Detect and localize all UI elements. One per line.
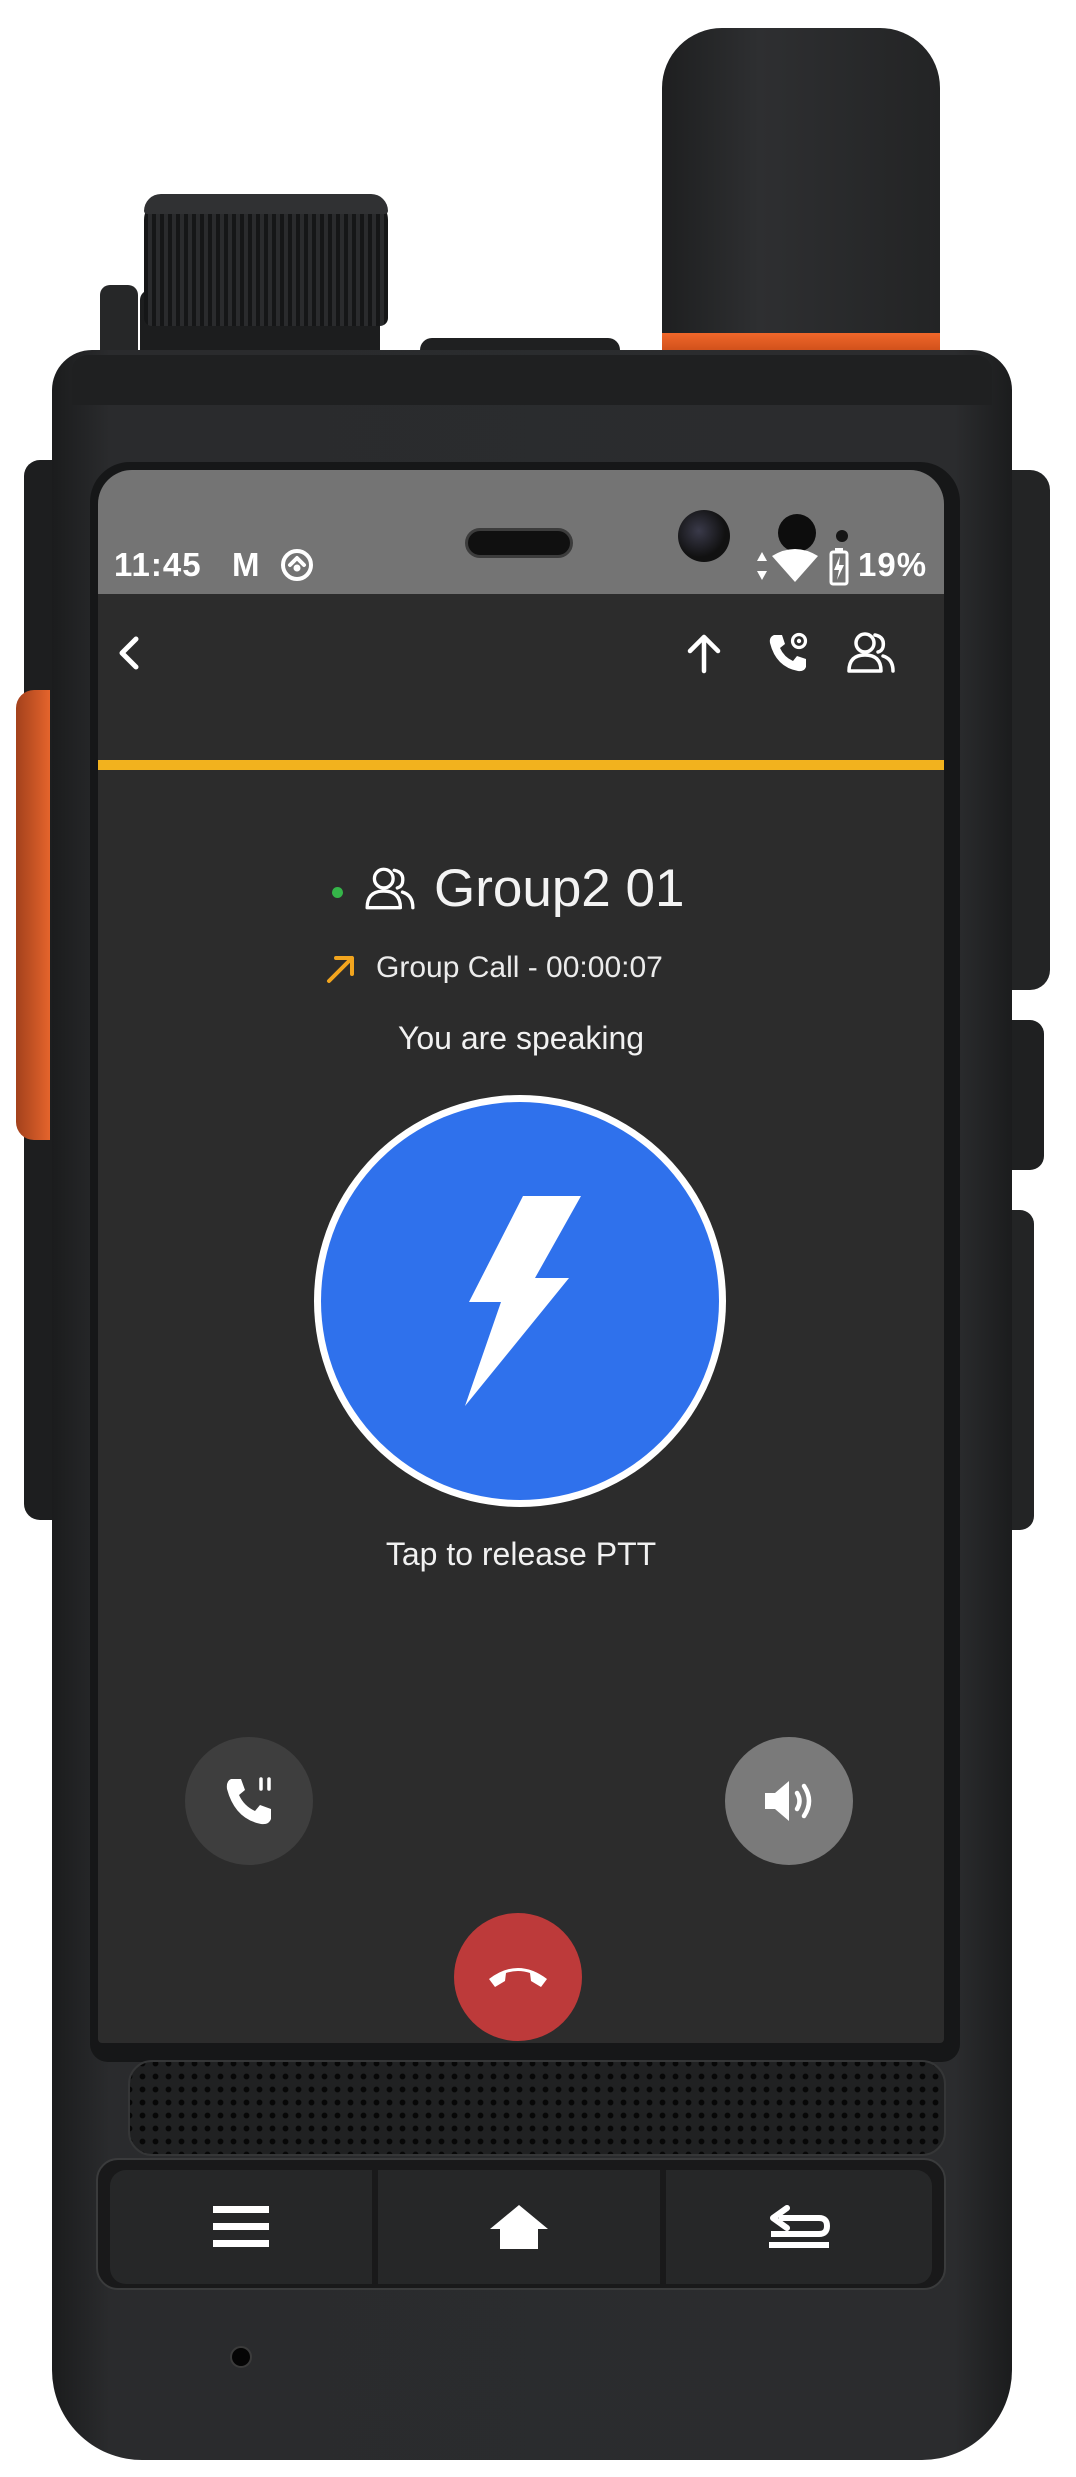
home-icon <box>490 2205 548 2249</box>
call-mode-button[interactable] <box>185 1737 313 1865</box>
outgoing-arrow-icon <box>324 952 358 986</box>
back-key[interactable] <box>666 2170 932 2284</box>
data-wifi-icon <box>754 546 824 586</box>
mail-indicator: M <box>232 546 261 583</box>
ptt-button-face <box>321 1102 719 1500</box>
group-members-icon <box>847 632 895 673</box>
group-name: Group2 01 <box>434 859 685 918</box>
battery-percent: 19% <box>858 546 928 583</box>
upload-button[interactable] <box>669 618 739 688</box>
antenna <box>662 28 940 368</box>
lightning-bolt-icon <box>465 1196 581 1406</box>
ptt-hint: Tap to release PTT <box>385 1536 657 1572</box>
online-status-dot <box>332 887 343 898</box>
call-settings-button[interactable] <box>753 618 823 688</box>
speaker-volume-icon <box>765 1781 812 1821</box>
channel-knob[interactable] <box>144 196 388 326</box>
hang-up-button[interactable] <box>454 1913 582 2041</box>
battery-charging-icon <box>828 546 850 586</box>
status-time: 11:45 <box>114 546 202 583</box>
ptt-button[interactable] <box>314 1095 726 1507</box>
chevron-left-icon <box>119 636 139 670</box>
knob-top <box>144 194 388 214</box>
microphone-hole <box>230 2346 252 2368</box>
front-camera <box>678 510 730 562</box>
speaker-button[interactable] <box>725 1737 853 1865</box>
call-status-text: You are speaking <box>397 1020 645 1056</box>
ptt-side-key[interactable] <box>16 690 50 1140</box>
home-key[interactable] <box>378 2170 660 2284</box>
menu-icon <box>213 2206 269 2247</box>
members-button[interactable] <box>836 618 906 688</box>
group-icon <box>363 862 417 916</box>
hang-up-icon <box>489 1968 547 1987</box>
phone-call-icon <box>226 1777 271 1825</box>
screen: 11:45 M 19% Group2 01 Group Call - 00:00… <box>98 470 944 2043</box>
light-sensor <box>836 530 848 542</box>
earpiece <box>465 528 573 558</box>
speaker-grille <box>128 2060 946 2156</box>
back-button[interactable] <box>98 618 165 688</box>
arrow-up-icon <box>687 634 721 674</box>
return-icon <box>769 2205 830 2248</box>
call-info: Group Call - 00:00:07 <box>376 951 663 984</box>
phone-settings-icon <box>769 632 808 672</box>
device-top-plate <box>72 355 992 405</box>
menu-key[interactable] <box>110 2170 372 2284</box>
talking-indicator-bar <box>98 760 944 770</box>
sync-circle-icon <box>278 546 316 584</box>
